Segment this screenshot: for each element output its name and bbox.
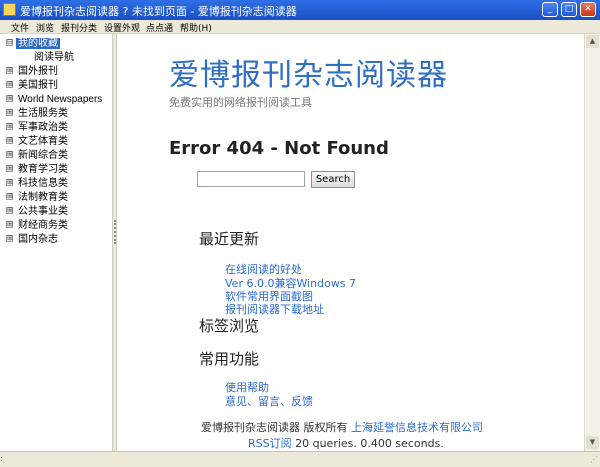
tree-item-life[interactable]: ⊞ 生活服务类 bbox=[6, 107, 70, 120]
tree-item-label: 新闻综合类 bbox=[18, 150, 68, 161]
footer-stats: RSS订阅 20 queries. 0.400 seconds. bbox=[248, 435, 444, 451]
common-functions-heading: 常用功能 bbox=[199, 350, 260, 368]
window-title: 爱博报刊杂志阅读器 ? 未找到页面 - 爱博报刊杂志阅读器 bbox=[20, 5, 297, 18]
tree-item-foreign[interactable]: ⊞ 国外报刊 bbox=[6, 65, 60, 78]
tree-item-label: 教育学习类 bbox=[18, 164, 68, 175]
expand-icon[interactable]: ⊞ bbox=[6, 150, 13, 158]
menu-file[interactable]: 文件 bbox=[11, 21, 29, 34]
query-stats: 20 queries. 0.400 seconds. bbox=[295, 437, 444, 450]
expand-icon[interactable]: ⊞ bbox=[6, 94, 13, 102]
company-link[interactable]: 上海延誉信息技术有限公司 bbox=[351, 421, 483, 434]
tree-item-label: 公共事业类 bbox=[18, 206, 68, 217]
menu-categories[interactable]: 报刊分类 bbox=[61, 21, 97, 34]
scroll-up-icon[interactable]: ▲ bbox=[586, 35, 599, 48]
status-indicator-icon: : bbox=[0, 454, 3, 463]
function-link[interactable]: 意见、留言、反馈 bbox=[225, 393, 313, 409]
minimize-button[interactable]: _ bbox=[542, 2, 558, 17]
tree-item-tech[interactable]: ⊞ 科技信息类 bbox=[6, 177, 70, 190]
status-bar: : ⋰ bbox=[0, 451, 600, 467]
expand-icon[interactable]: ⊞ bbox=[6, 206, 13, 214]
recent-updates-heading: 最近更新 bbox=[199, 230, 260, 248]
tree-item-education[interactable]: ⊞ 教育学习类 bbox=[6, 163, 70, 176]
collapse-icon[interactable]: ⊟ bbox=[6, 38, 13, 46]
expand-icon[interactable]: ⊞ bbox=[6, 122, 13, 130]
site-subtitle: 免费实用的网络报刊阅读工具 bbox=[169, 96, 312, 109]
expand-icon[interactable]: ⊞ bbox=[6, 220, 13, 228]
tree-item-finance[interactable]: ⊞ 财经商务类 bbox=[6, 219, 70, 232]
tree-item-label: 生活服务类 bbox=[18, 108, 68, 119]
tree-item-label: 我的收藏 bbox=[16, 38, 60, 49]
close-button[interactable]: ✕ bbox=[580, 2, 596, 17]
expand-icon[interactable]: ⊞ bbox=[6, 192, 13, 200]
tree-item-favorites[interactable]: ⊟ 我的收藏 bbox=[6, 37, 60, 50]
tree-item-label: 美国报刊 bbox=[18, 80, 58, 91]
expand-icon[interactable]: ⊞ bbox=[6, 136, 13, 144]
menu-bar: 文件 浏览 报刊分类 设置外观 点点通 帮助(H) bbox=[0, 20, 600, 34]
site-title[interactable]: 爱博报刊杂志阅读器 bbox=[169, 50, 448, 94]
scroll-down-icon[interactable]: ▼ bbox=[586, 436, 599, 449]
error-heading: Error 404 - Not Found bbox=[169, 138, 389, 159]
expand-icon[interactable]: ⊞ bbox=[6, 234, 13, 242]
tree-item-usa[interactable]: ⊞ 美国报刊 bbox=[6, 79, 60, 92]
rss-link[interactable]: RSS订阅 bbox=[248, 437, 292, 450]
tree-item-public[interactable]: ⊞ 公共事业类 bbox=[6, 205, 70, 218]
menu-help[interactable]: 帮助(H) bbox=[180, 21, 212, 34]
menu-browse[interactable]: 浏览 bbox=[36, 21, 54, 34]
title-bar: 爱博报刊杂志阅读器 ? 未找到页面 - 爱博报刊杂志阅读器 _ □ ✕ bbox=[0, 0, 600, 20]
tree-item-label: 国外报刊 bbox=[18, 66, 58, 77]
expand-icon[interactable]: ⊞ bbox=[6, 80, 13, 88]
menu-diandiantong[interactable]: 点点通 bbox=[146, 21, 173, 34]
expand-icon[interactable]: ⊞ bbox=[6, 108, 13, 116]
app-icon bbox=[3, 3, 16, 16]
tree-item-military[interactable]: ⊞ 军事政治类 bbox=[6, 121, 70, 134]
tree-item-label: 军事政治类 bbox=[18, 122, 68, 133]
search-input[interactable] bbox=[197, 171, 305, 187]
resize-grip-icon[interactable]: ⋰ bbox=[590, 455, 598, 464]
maximize-button[interactable]: □ bbox=[561, 2, 577, 17]
tree-item-label: 国内杂志 bbox=[18, 234, 58, 245]
tree-item-law[interactable]: ⊞ 法制教育类 bbox=[6, 191, 70, 204]
copyright-text: 爱博报刊杂志阅读器 版权所有 bbox=[201, 421, 348, 434]
tree-item-arts[interactable]: ⊞ 文艺体育类 bbox=[6, 135, 70, 148]
expand-icon[interactable]: ⊞ bbox=[6, 66, 13, 74]
tree-item-reading-nav[interactable]: 阅读导航 bbox=[34, 51, 74, 64]
category-tree: ⊟ 我的收藏 阅读导航 ⊞ 国外报刊 ⊞ 美国报刊 ⊞ World Newspapers… bbox=[0, 34, 112, 451]
vertical-scrollbar[interactable]: ▲ ▼ bbox=[584, 34, 600, 451]
expand-icon[interactable]: ⊞ bbox=[6, 164, 13, 172]
tag-browse-heading: 标签浏览 bbox=[199, 317, 260, 335]
tree-item-label: 文艺体育类 bbox=[18, 136, 68, 147]
expand-icon[interactable]: ⊞ bbox=[6, 178, 13, 186]
tree-item-label: 法制教育类 bbox=[18, 192, 68, 203]
browser-content: 爱博报刊杂志阅读器 免费实用的网络报刊阅读工具 Error 404 - Not … bbox=[117, 34, 584, 451]
menu-appearance[interactable]: 设置外观 bbox=[104, 21, 140, 34]
tree-item-label: World Newspapers bbox=[18, 94, 103, 105]
tree-item-domestic[interactable]: ⊞ 国内杂志 bbox=[6, 233, 60, 246]
footer-copyright: 爱博报刊杂志阅读器 版权所有 上海延誉信息技术有限公司 bbox=[201, 419, 483, 435]
tree-item-news[interactable]: ⊞ 新闻综合类 bbox=[6, 149, 70, 162]
search-button[interactable]: Search bbox=[311, 171, 355, 188]
tree-item-label: 科技信息类 bbox=[18, 178, 68, 189]
tree-item-world[interactable]: ⊞ World Newspapers bbox=[6, 93, 104, 106]
tree-item-label: 财经商务类 bbox=[18, 220, 68, 231]
